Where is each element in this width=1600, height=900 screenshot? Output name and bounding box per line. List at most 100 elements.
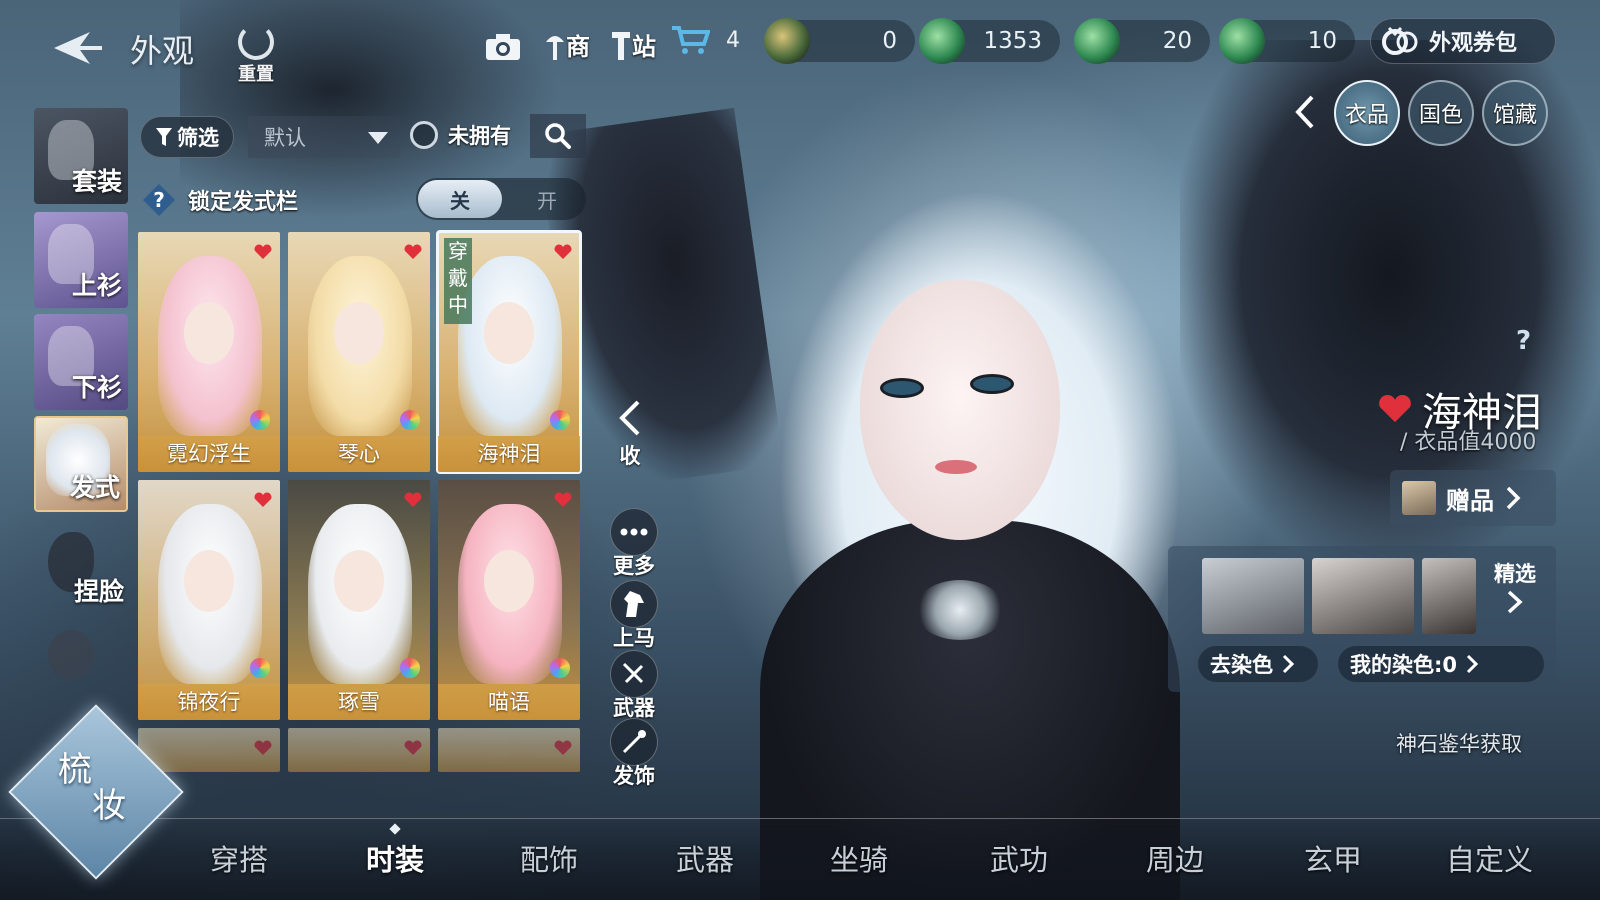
favorite-heart-icon[interactable] <box>254 740 272 756</box>
collapse-panel-button[interactable]: 收 <box>610 400 650 470</box>
jade-coin-icon <box>1074 18 1120 64</box>
lock-hairstyle-switch[interactable]: 关 开 <box>416 178 586 220</box>
filter-button[interactable]: 筛选 <box>140 116 234 158</box>
chevron-right-icon <box>1466 654 1479 674</box>
dye-orb-icon <box>550 410 570 430</box>
help-icon: ? <box>143 184 175 216</box>
sort-value: 默认 <box>264 126 306 150</box>
search-button[interactable] <box>530 114 586 158</box>
tab-national-color[interactable]: 国色 <box>1408 80 1474 146</box>
remove-dye-button[interactable]: 去染色 <box>1198 646 1318 682</box>
my-dyes-button[interactable]: 我的染色:0 <box>1338 646 1544 682</box>
switch-on-option[interactable]: 开 <box>512 180 582 218</box>
hairstyle-name: 琴心 <box>288 436 430 472</box>
right-panel-collapse-button[interactable] <box>1290 92 1320 132</box>
hairstyle-card[interactable]: 喵语 <box>438 480 580 720</box>
dye-preview[interactable] <box>1312 558 1414 634</box>
hairstyle-card[interactable]: 锦夜行 <box>138 480 280 720</box>
rail-item-head[interactable] <box>34 618 128 690</box>
rail-item-top[interactable]: 上衫 <box>34 212 128 308</box>
portrait-face <box>334 302 384 364</box>
featured-dye-button[interactable]: 精选 <box>1484 558 1546 620</box>
hairstyle-card-partial[interactable] <box>288 728 430 772</box>
hairstyle-card-partial[interactable] <box>138 728 280 772</box>
tab-mounts[interactable]: 坐骑 <box>830 837 888 879</box>
rail-item-hairstyle[interactable]: 发式 <box>34 416 128 512</box>
hairstyle-card[interactable]: 琴心 <box>288 232 430 472</box>
featured-dye-label: 精选 <box>1494 562 1536 586</box>
shop-label: 商 <box>566 33 590 61</box>
jade-coin-icon <box>1219 18 1265 64</box>
favorite-heart-icon[interactable] <box>404 740 422 756</box>
dye-preview[interactable] <box>1202 558 1304 634</box>
rail-item-label: 上衫 <box>71 271 122 300</box>
tab-custom[interactable]: 自定义 <box>1446 837 1533 879</box>
favorite-heart-icon[interactable] <box>254 244 272 260</box>
portrait-face <box>184 302 234 364</box>
favorite-heart-icon[interactable] <box>554 492 572 508</box>
camera-icon <box>486 34 520 60</box>
help-button[interactable]: ? <box>140 181 178 219</box>
collapse-label: 收 <box>619 444 641 468</box>
cart-button[interactable]: 4 <box>670 24 740 56</box>
rail-item-label: 套装 <box>71 167 122 196</box>
tab-fashion[interactable]: 时装 <box>366 837 424 879</box>
tab-outfit-rating[interactable]: 衣品 <box>1334 80 1400 146</box>
tab-armor[interactable]: 玄甲 <box>1304 837 1362 879</box>
character-face <box>860 280 1060 540</box>
favorite-heart-icon[interactable] <box>404 244 422 260</box>
hairpin-icon <box>610 718 658 766</box>
tab-weapons[interactable]: 武器 <box>676 837 734 879</box>
shop-button[interactable]: 商 <box>544 22 596 62</box>
favorite-heart-icon[interactable] <box>254 492 272 508</box>
not-owned-label: 未拥有 <box>448 124 511 148</box>
more-icon <box>610 508 658 556</box>
bottom-category-bar: 穿搭 时装 配饰 武器 坐骑 武功 周边 玄甲 自定义 <box>0 818 1600 900</box>
coupon-bag-icon <box>1382 26 1418 55</box>
appearance-coupon-button[interactable]: 外观券包 <box>1370 18 1556 64</box>
item-help-icon[interactable]: ? <box>1516 326 1531 356</box>
currency-jade-3[interactable]: 10 <box>1219 18 1355 64</box>
more-label: 更多 <box>613 554 655 578</box>
favorite-heart-icon[interactable] <box>1378 394 1412 424</box>
rail-item-bottom[interactable]: 下衫 <box>34 314 128 410</box>
tab-outfits[interactable]: 穿搭 <box>210 837 268 879</box>
hairstyle-card[interactable]: 琢雪 <box>288 480 430 720</box>
hairstyle-card[interactable]: 霓幻浮生 <box>138 232 280 472</box>
chevron-left-icon <box>619 400 640 436</box>
tab-collection[interactable]: 馆藏 <box>1482 80 1548 146</box>
weapon-button[interactable]: 武器 <box>606 650 662 722</box>
mount-button[interactable]: 上马 <box>606 580 662 652</box>
currency-jade-2[interactable]: 20 <box>1074 18 1210 64</box>
currency-jade-bracelet[interactable]: 0 <box>764 18 915 64</box>
gift-avatar <box>1402 481 1436 515</box>
dye-preview[interactable] <box>1422 558 1476 634</box>
more-button[interactable]: 更多 <box>606 508 662 580</box>
tab-martial-arts[interactable]: 武功 <box>990 837 1048 879</box>
dye-orb-icon <box>550 658 570 678</box>
favorite-heart-icon[interactable] <box>554 740 572 756</box>
dye-orb-icon <box>250 658 270 678</box>
reset-button[interactable]: 重置 <box>228 24 284 88</box>
switch-off-option[interactable]: 关 <box>418 180 502 218</box>
back-button[interactable] <box>48 22 108 74</box>
station-label: 站 <box>632 33 656 61</box>
rail-item-suit[interactable]: 套装 <box>34 108 128 204</box>
not-owned-checkbox[interactable]: 未拥有 <box>410 120 511 150</box>
camera-button[interactable] <box>484 22 524 62</box>
sort-dropdown[interactable]: 默认 <box>248 116 400 158</box>
hairstyle-card-selected[interactable]: 穿戴中 海神泪 <box>436 230 582 474</box>
coupon-label: 外观券包 <box>1429 31 1518 56</box>
back-arrow-icon <box>54 32 102 64</box>
rail-item-face[interactable]: 捏脸 <box>34 520 128 616</box>
hair-accessory-button[interactable]: 发饰 <box>606 718 662 790</box>
tab-merchandise[interactable]: 周边 <box>1146 837 1204 879</box>
tab-accessories[interactable]: 配饰 <box>520 837 578 879</box>
gift-button[interactable]: 赠品 <box>1390 470 1556 526</box>
currency-jade-1[interactable]: 1353 <box>919 18 1060 64</box>
chevron-right-icon <box>1507 590 1523 614</box>
station-button[interactable]: 站 <box>610 22 662 62</box>
favorite-heart-icon[interactable] <box>554 244 572 260</box>
favorite-heart-icon[interactable] <box>404 492 422 508</box>
hairstyle-card-partial[interactable] <box>438 728 580 772</box>
